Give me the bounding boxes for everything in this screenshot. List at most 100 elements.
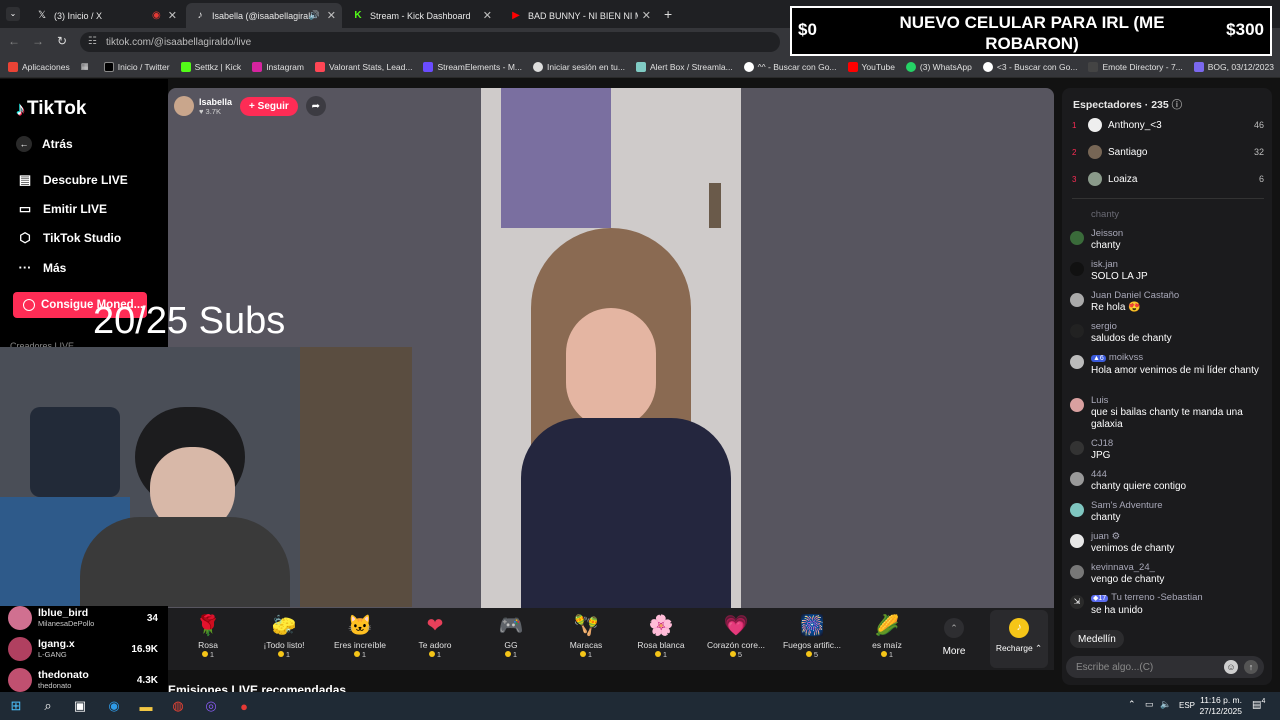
chat-message[interactable]: Sam's Adventure chanty bbox=[1070, 500, 1265, 524]
site-info-icon[interactable]: ☷ bbox=[88, 36, 97, 47]
chat-join-message[interactable]: ⇲ ◆17 Tu terreno -Sebastian se ha unido bbox=[1070, 592, 1265, 617]
chat-message[interactable]: 444 chanty quiere contigo bbox=[1070, 469, 1265, 493]
viewers-title[interactable]: Espectadores · 235 ⓘ bbox=[1073, 97, 1182, 112]
tab-youtube[interactable]: ▶ BAD BUNNY - NI BIEN NI MAL ✕ bbox=[502, 3, 657, 28]
send-icon[interactable]: ↑ bbox=[1244, 660, 1258, 674]
bookmark-item[interactable]: Inicio / Twitter bbox=[103, 61, 170, 72]
address-bar[interactable]: ☷ tiktok.com/@isaabellagiraldo/live bbox=[80, 32, 780, 52]
bookmark-item[interactable]: Instagram bbox=[252, 61, 304, 72]
settings-badge-icon: ⚙ bbox=[1111, 531, 1121, 542]
bookmark-item[interactable]: Alert Box / Streamla... bbox=[636, 61, 733, 72]
chat-message[interactable]: ▲6 moikvss Hola amor venimos de mi líder c… bbox=[1070, 352, 1265, 377]
notification-icon[interactable]: ▤4 bbox=[1252, 698, 1265, 710]
tab-kick[interactable]: K Stream - Kick Dashboard ✕ bbox=[344, 3, 498, 28]
tiktok-logo[interactable]: ♪ TikTok bbox=[16, 98, 86, 120]
bookmark-item[interactable]: Settkz | Kick bbox=[180, 61, 241, 72]
obs-icon[interactable]: ◎ bbox=[201, 696, 221, 716]
chat-message[interactable]: kevinnava_24_ vengo de chanty bbox=[1070, 562, 1265, 586]
info-icon[interactable]: ⓘ bbox=[1172, 99, 1183, 111]
gifter-row[interactable]: lgang.x L-GANG 16.9K bbox=[8, 637, 158, 661]
gift-item[interactable]: 🌹 Rosa 1 bbox=[173, 612, 243, 659]
audio-icon[interactable]: 🔊 bbox=[309, 10, 320, 21]
top-viewer-row[interactable]: 1 Anthony_<3 46 bbox=[1072, 118, 1264, 132]
chat-message[interactable]: isk.jan SOLO LA JP bbox=[1070, 259, 1265, 283]
bookmark-item[interactable]: StreamElements - M... bbox=[423, 61, 522, 72]
volume-icon[interactable]: 🔈 bbox=[1160, 699, 1171, 710]
live-video[interactable] bbox=[481, 88, 741, 608]
gifter-row[interactable]: lblue_bird MilanesaDePollo 34 bbox=[8, 606, 158, 630]
gift-item[interactable]: 🧽 ¡Todo listo! 1 bbox=[249, 612, 319, 659]
task-view-icon[interactable]: ▣ bbox=[70, 696, 90, 716]
gift-item[interactable]: 💗 Corazón core... 5 bbox=[701, 612, 771, 659]
emoji-icon[interactable]: ☺ bbox=[1224, 660, 1238, 674]
close-tab-icon[interactable]: ✕ bbox=[168, 9, 177, 22]
back-arrow-icon[interactable]: ← bbox=[8, 34, 20, 48]
gift-item[interactable]: 🪇 Maracas 1 bbox=[551, 612, 621, 659]
gifter-row[interactable]: thedonato thedonato 4.3K bbox=[8, 668, 158, 692]
app-icon[interactable]: ● bbox=[234, 696, 254, 716]
face bbox=[566, 308, 656, 428]
bookmark-item[interactable]: <3 - Buscar con Go... bbox=[982, 61, 1077, 72]
follow-button[interactable]: + Seguir bbox=[240, 96, 298, 116]
bookmark-item[interactable]: (3) WhatsApp bbox=[905, 61, 972, 72]
tray-chevron-icon[interactable]: ⌃ bbox=[1128, 699, 1136, 710]
avatar bbox=[1070, 472, 1084, 486]
gift-item[interactable]: 🌸 Rosa blanca 1 bbox=[626, 612, 696, 659]
reload-icon[interactable]: ↻ bbox=[57, 34, 67, 48]
chat-message[interactable]: Luis que si bailas chanty te manda una ga… bbox=[1070, 395, 1265, 431]
bookmark-item[interactable]: ^^ - Buscar con Go... bbox=[743, 61, 837, 72]
network-icon[interactable]: ▭ bbox=[1145, 699, 1154, 710]
bookmark-item[interactable]: Valorant Stats, Lead... bbox=[314, 61, 412, 72]
bookmark-item[interactable]: YouTube bbox=[847, 61, 895, 72]
chrome-icon[interactable]: ◍ bbox=[168, 696, 188, 716]
clock[interactable]: 11:16 p. m. 27/12/2025 bbox=[1199, 695, 1242, 717]
share-icon[interactable]: ➦ bbox=[305, 96, 326, 116]
bookmark-item[interactable]: Iniciar sesión en tu... bbox=[533, 61, 625, 72]
file-explorer-icon[interactable]: ▬ bbox=[136, 696, 156, 716]
close-tab-icon[interactable]: ✕ bbox=[483, 9, 492, 22]
streamer-name[interactable]: Isabella bbox=[199, 97, 232, 107]
chat-message[interactable]: sergio saludos de chanty bbox=[1070, 321, 1265, 345]
bookmark-item[interactable]: ▦ bbox=[81, 61, 93, 72]
search-icon[interactable]: ⌕ bbox=[38, 696, 58, 716]
top-viewer-row[interactable]: 2 Santiago 32 bbox=[1072, 145, 1264, 159]
location-chip[interactable]: Medellín bbox=[1070, 630, 1124, 648]
windows-start-icon[interactable]: ⊞ bbox=[6, 696, 26, 716]
tab-twitter[interactable]: 𝕏 (3) Inicio / X ◉ ✕ bbox=[28, 3, 183, 28]
gift-item[interactable]: 🐱 Eres increíble 1 bbox=[325, 612, 395, 659]
nav-more[interactable]: ··· Más bbox=[16, 260, 67, 275]
bookmark-item[interactable]: Emote Directory - 7... bbox=[1088, 61, 1183, 72]
chat-input[interactable]: Escribe algo...(C) ☺ ↑ bbox=[1066, 656, 1264, 678]
close-tab-icon[interactable]: ✕ bbox=[327, 9, 336, 22]
avatar[interactable] bbox=[174, 96, 194, 116]
gift-item[interactable]: 🎆 Fuegos artific... 5 bbox=[777, 612, 847, 659]
back-button[interactable]: ← Atrás bbox=[16, 136, 73, 152]
nav-go-live[interactable]: ▭ Emitir LIVE bbox=[16, 201, 107, 217]
recharge-button[interactable]: ♪ Recharge ⌃ bbox=[990, 610, 1048, 668]
coin-icon bbox=[23, 299, 35, 311]
more-gifts-button[interactable]: ⌃ More bbox=[936, 618, 972, 657]
tab-tiktok[interactable]: ♪ Isabella (@isaabellagiraldo 🔊 ✕ bbox=[186, 3, 342, 28]
more-dots-icon: ··· bbox=[18, 260, 32, 275]
gift-item[interactable]: 🎮 GG 1 bbox=[476, 612, 546, 659]
nav-discover-live[interactable]: ▤ Descubre LIVE bbox=[16, 172, 128, 188]
chat-message[interactable]: Jeisson chanty bbox=[1070, 228, 1265, 252]
bookmark-item[interactable]: Aplicaciones bbox=[8, 61, 70, 72]
avatar bbox=[1088, 145, 1102, 159]
chat-message[interactable]: Juan Daniel Castaño Re hola 😍 bbox=[1070, 290, 1265, 314]
new-tab-button[interactable]: + bbox=[664, 6, 672, 22]
edge-icon[interactable]: ◉ bbox=[104, 696, 124, 716]
forward-arrow-icon[interactable]: → bbox=[32, 34, 44, 48]
bookmark-item[interactable]: BOG, 03/12/2023 bbox=[1193, 61, 1274, 72]
x-icon: 𝕏 bbox=[37, 10, 47, 21]
streamer-info: Isabella ♥ 3.7K + Seguir ➦ bbox=[174, 94, 326, 118]
gift-item[interactable]: ❤ Te adoro 1 bbox=[400, 612, 470, 659]
nav-tiktok-studio[interactable]: ⬡ TikTok Studio bbox=[16, 230, 121, 246]
chat-message[interactable]: juan ⚙ venimos de chanty bbox=[1070, 531, 1265, 555]
close-tab-icon[interactable]: ✕ bbox=[642, 9, 651, 22]
chat-message[interactable]: CJ18 JPG bbox=[1070, 438, 1265, 462]
tab-list-button[interactable]: ⌄ bbox=[6, 7, 20, 21]
top-viewer-row[interactable]: 3 Loaiza 6 bbox=[1072, 172, 1264, 186]
gift-item[interactable]: 🌽 es maíz 1 bbox=[852, 612, 922, 659]
language-indicator[interactable]: ESP bbox=[1179, 701, 1195, 710]
